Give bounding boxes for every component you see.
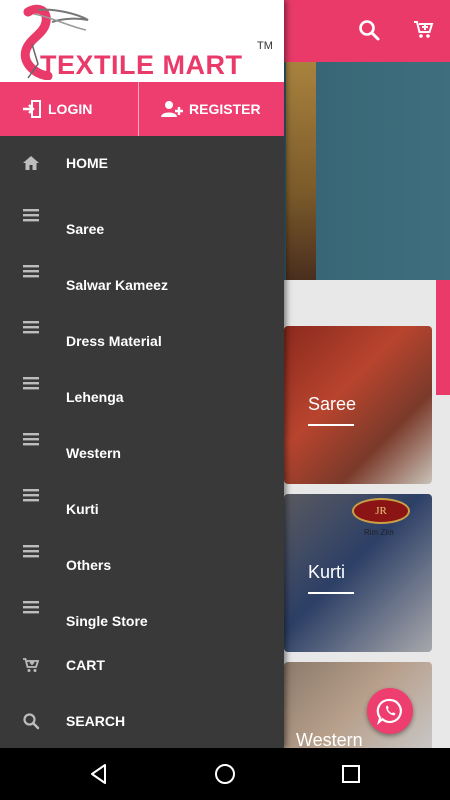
menu-item-saree[interactable]: Saree [0, 195, 284, 243]
menu-item-cart[interactable]: CART [0, 641, 284, 689]
menu-item-label: HOME [66, 155, 108, 171]
menu-item-label: Saree [66, 220, 105, 237]
category-underline [308, 592, 354, 594]
menu-item-salwar-kameez[interactable]: Salwar Kameez [0, 251, 284, 299]
menu-lines-icon [23, 321, 39, 334]
menu-item-label: Salwar Kameez [66, 276, 168, 293]
menu-item-label: SEARCH [66, 713, 126, 729]
menu-item-dress-material[interactable]: Dress Material [0, 307, 284, 355]
login-label: LOGIN [48, 101, 93, 117]
menu-lines-icon [23, 265, 39, 278]
hero-model-image [286, 62, 316, 280]
brand-badge-subtitle: Rim Zim [364, 528, 394, 537]
cart-icon [23, 658, 40, 672]
search-icon[interactable] [357, 18, 381, 42]
menu-item-lehenga[interactable]: Lehenga [0, 363, 284, 411]
menu-item-single-store[interactable]: Single Store [0, 587, 284, 635]
menu-item-western[interactable]: Western [0, 419, 284, 467]
system-nav-bar [0, 748, 450, 800]
add-user-icon [161, 101, 183, 117]
back-icon[interactable] [87, 762, 111, 786]
category-card-saree[interactable]: Saree [284, 326, 432, 484]
menu-lines-icon [23, 377, 39, 390]
category-label: Western [296, 730, 363, 748]
auth-bar: LOGIN REGISTER [0, 82, 284, 136]
menu-item-label: CART [66, 657, 105, 673]
category-label: Saree [308, 394, 357, 414]
login-icon [23, 100, 41, 118]
menu-item-label: Single Store [66, 612, 148, 629]
menu-lines-icon [23, 601, 39, 614]
register-label: REGISTER [189, 101, 261, 117]
brand-logo[interactable]: TEXTILE MART TM [0, 0, 284, 82]
menu-lines-icon [23, 209, 39, 222]
menu-lines-icon [23, 489, 39, 502]
category-label: Kurti [308, 562, 346, 582]
login-button[interactable]: LOGIN [0, 82, 138, 136]
menu-item-label: Western [66, 444, 121, 461]
menu-lines-icon [23, 545, 39, 558]
menu-item-label: Dress Material [66, 332, 162, 349]
brand-name: TEXTILE MART [40, 50, 243, 80]
navigation-drawer: TEXTILE MART TM LOGIN REGISTER HOME Sare… [0, 0, 284, 748]
menu-item-home[interactable]: HOME [0, 139, 284, 187]
menu-item-label: Lehenga [66, 388, 124, 405]
menu-lines-icon [23, 433, 39, 446]
section-accent [436, 280, 450, 395]
recents-icon[interactable] [339, 762, 363, 786]
category-underline [308, 424, 354, 426]
add-to-cart-icon[interactable] [412, 18, 436, 42]
category-card-kurti[interactable]: JR Rim Zim Kurti [284, 494, 432, 652]
search-icon [23, 713, 40, 730]
whatsapp-button[interactable] [367, 688, 413, 734]
menu-item-others[interactable]: Others [0, 531, 284, 579]
whatsapp-icon [376, 698, 402, 725]
home-icon [23, 156, 39, 170]
menu-item-label: Others [66, 556, 112, 573]
menu-item-kurti[interactable]: Kurti [0, 475, 284, 523]
brand-badge: JR [352, 498, 410, 524]
menu-item-label: Kurti [66, 500, 99, 517]
trademark-mark: TM [257, 40, 273, 52]
menu-item-search[interactable]: SEARCH [0, 697, 284, 745]
register-button[interactable]: REGISTER [139, 82, 284, 136]
home-circle-icon[interactable] [213, 762, 237, 786]
